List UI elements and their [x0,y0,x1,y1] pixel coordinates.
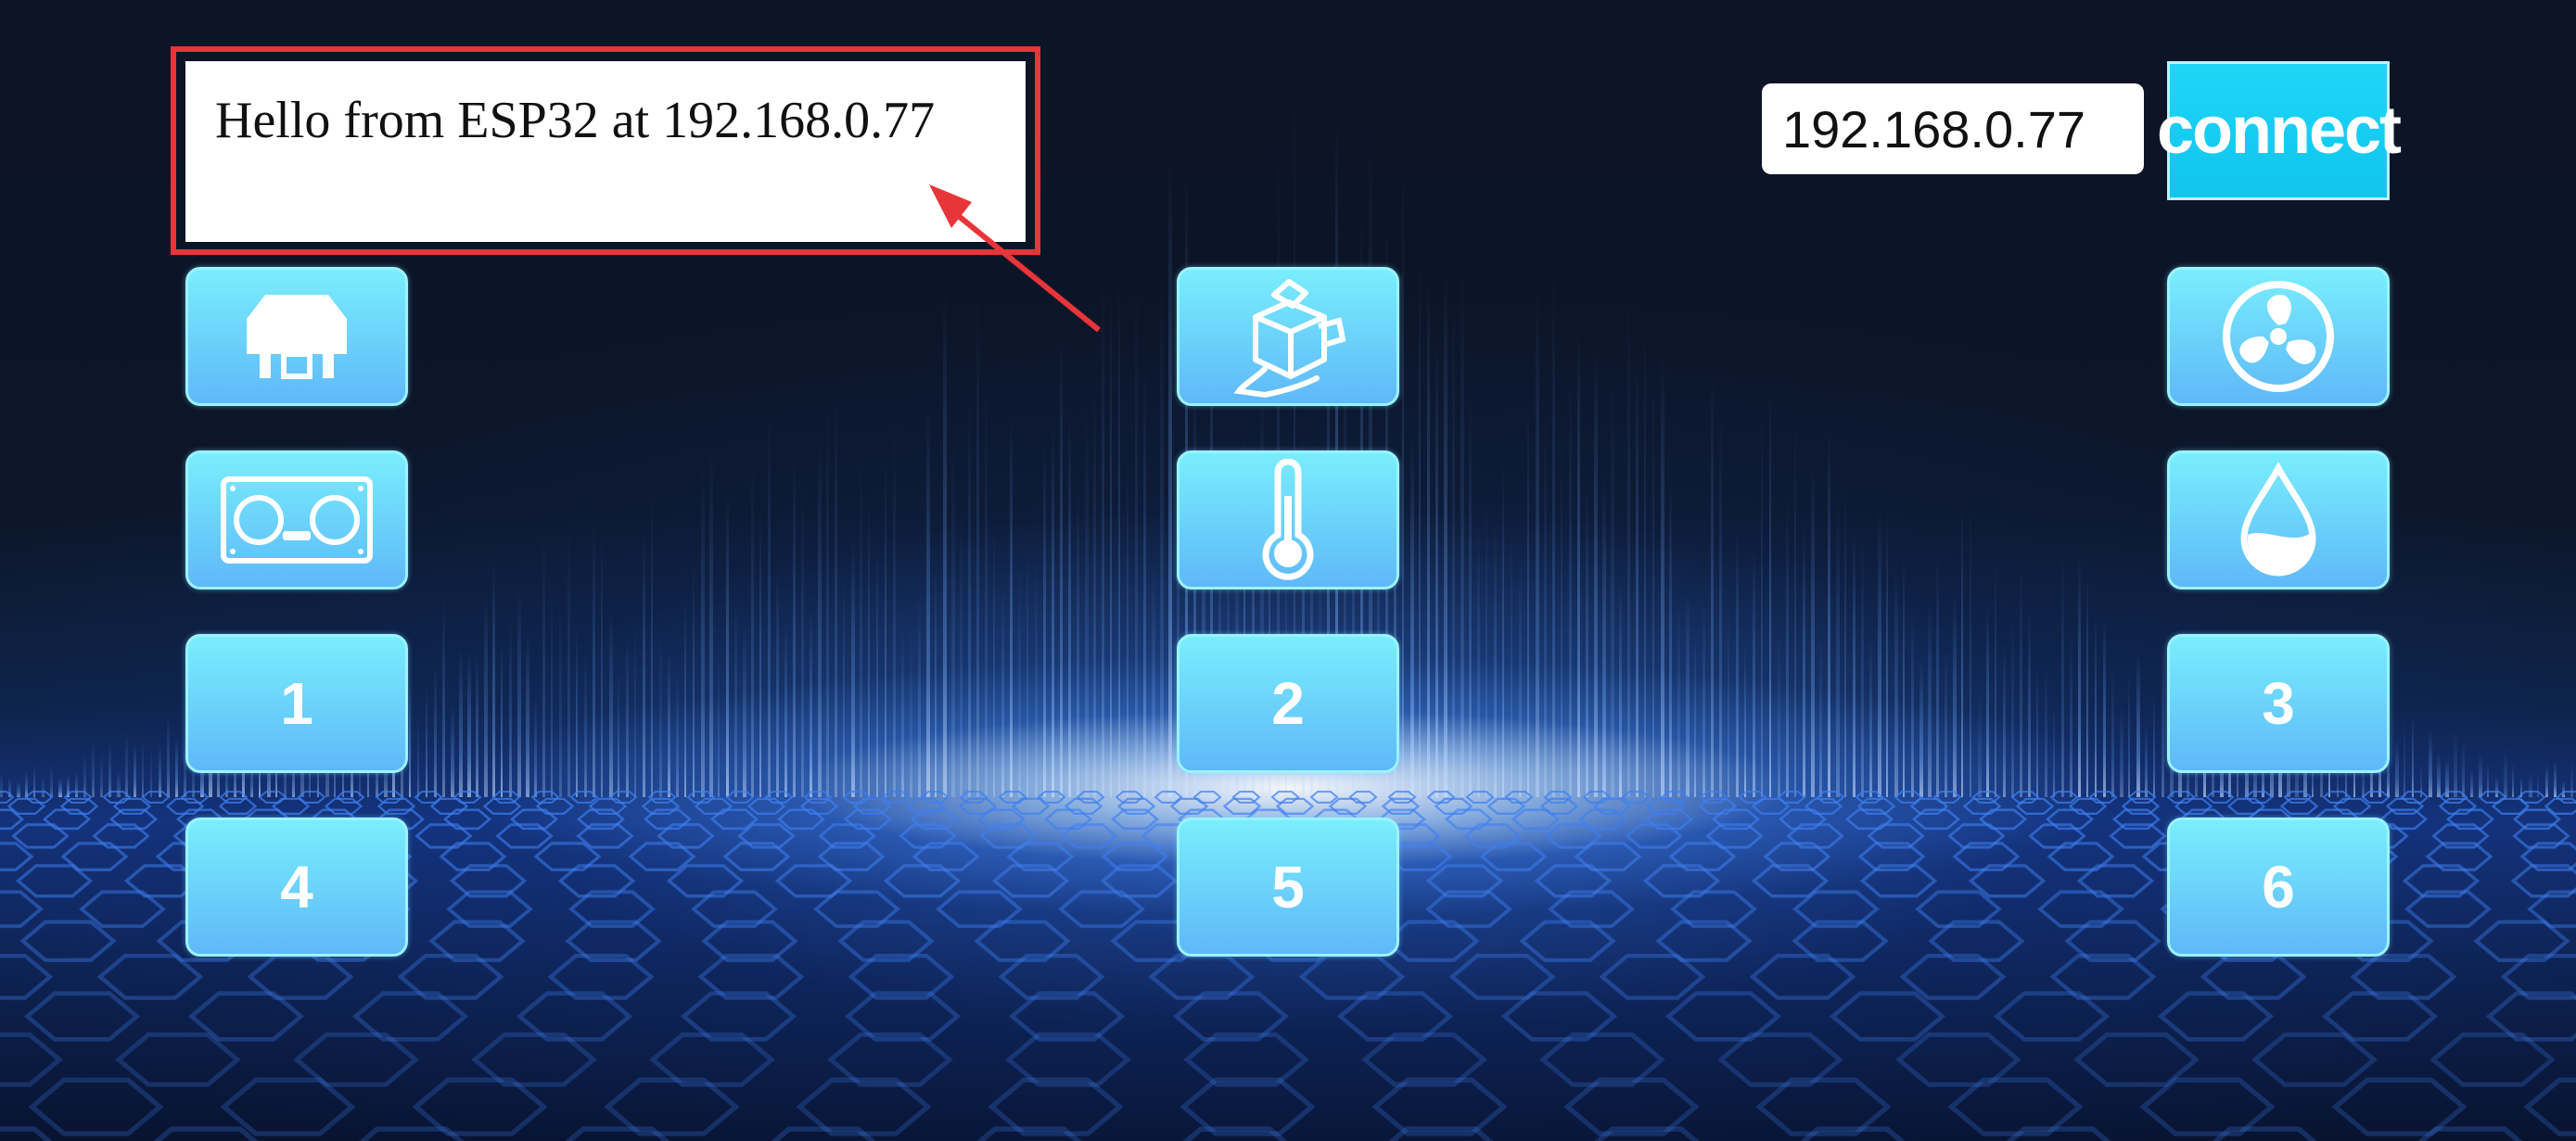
annotation-arrow [929,184,1101,333]
